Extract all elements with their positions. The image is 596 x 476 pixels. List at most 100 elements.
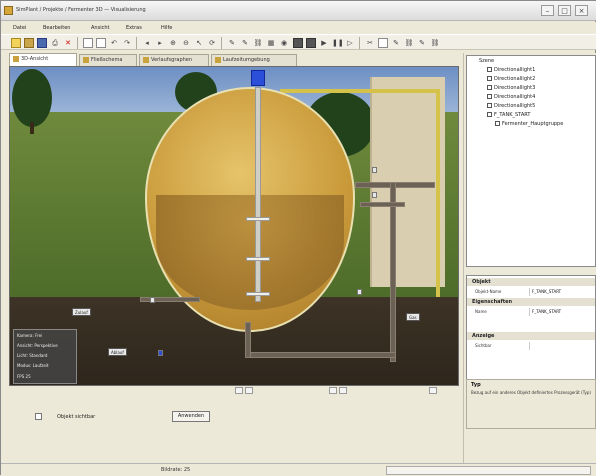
pump[interactable] <box>158 350 163 356</box>
tab-laufzeitumgebung[interactable]: Laufzeitumgebung <box>211 54 297 66</box>
scene-tree[interactable]: Szene Directionallight1 Directionallight… <box>466 55 596 267</box>
link-icon[interactable]: ⛓ <box>430 38 440 48</box>
menu-ansicht[interactable]: Ansicht <box>91 25 109 31</box>
status-bar: Bildrate: 25 <box>1 463 596 476</box>
step-icon[interactable]: ▷ <box>345 38 355 48</box>
tree-node-label: F_TANK_START <box>494 112 531 118</box>
zoom-out-icon[interactable]: ⊖ <box>181 38 191 48</box>
tree-node-label: Szene <box>479 58 495 64</box>
save-icon[interactable] <box>37 38 47 48</box>
property-row[interactable]: Sichtbar <box>467 342 595 350</box>
undo-icon[interactable]: ↶ <box>109 38 119 48</box>
tree-checkbox[interactable] <box>487 85 492 90</box>
property-row[interactable]: Name F_TANK_START <box>467 308 595 316</box>
minimize-button[interactable]: – <box>541 5 554 16</box>
menu-hilfe[interactable]: Hilfe <box>161 25 172 31</box>
maximize-button[interactable]: □ <box>558 5 571 16</box>
tree-node[interactable]: Directionallight5 <box>487 103 535 109</box>
toolbar: ⎙ ✕ ↶ ↷ ◂ ▸ ⊕ ⊖ ↖ ⟳ ✎ ✎ ⛓ ▦ ◉ ▶ ❚❚ ▷ ✂ ✎… <box>1 34 596 50</box>
pen-icon[interactable]: ✎ <box>227 38 237 48</box>
sensor[interactable] <box>372 167 377 173</box>
menu-extras[interactable]: Extras <box>126 25 142 31</box>
info-line: Kamera: Frei <box>17 333 43 338</box>
diagram-icon <box>83 56 89 63</box>
tree-checkbox[interactable] <box>495 121 500 126</box>
rotate-icon[interactable]: ⟳ <box>207 38 217 48</box>
nav-button[interactable] <box>339 387 347 394</box>
tab-verlaufsgraphen[interactable]: Verlaufsgraphen <box>139 54 209 66</box>
pause-icon[interactable]: ❚❚ <box>332 38 344 48</box>
tree-trunk <box>30 122 34 134</box>
tree-root[interactable]: Szene <box>479 58 494 64</box>
pointer-icon[interactable]: ↖ <box>194 38 204 48</box>
window-icon[interactable] <box>378 38 388 48</box>
property-value[interactable]: F_TANK_START <box>529 288 593 296</box>
tree-node[interactable]: Directionallight3 <box>487 85 535 91</box>
menu-bar: Datei Bearbeiten Ansicht Extras Hilfe <box>1 22 596 34</box>
tree-checkbox[interactable] <box>487 94 492 99</box>
tree-checkbox[interactable] <box>487 112 492 117</box>
nav-button[interactable] <box>329 387 337 394</box>
arrow-left-icon[interactable]: ◂ <box>142 38 152 48</box>
tree-node[interactable]: Directionallight1 <box>487 67 535 73</box>
property-value[interactable] <box>529 342 593 350</box>
property-key: Name <box>475 309 487 314</box>
property-section[interactable]: Objekt <box>467 278 595 286</box>
zoom-in-icon[interactable]: ⊕ <box>168 38 178 48</box>
tree-checkbox[interactable] <box>487 67 492 72</box>
link-icon[interactable]: ⛓ <box>253 38 263 48</box>
menu-bearbeiten[interactable]: Bearbeiten <box>43 25 70 31</box>
close-button[interactable]: × <box>575 5 588 16</box>
visible-checkbox-label: Objekt sichtbar <box>57 414 96 420</box>
sensor[interactable] <box>357 289 362 295</box>
property-section[interactable]: Eigenschaften <box>467 298 595 306</box>
tree-checkbox[interactable] <box>487 76 492 81</box>
tree-node[interactable]: Directionallight4 <box>487 94 535 100</box>
new-file-icon[interactable] <box>11 38 21 48</box>
info-line: Licht: Standard <box>17 353 48 358</box>
sensor[interactable] <box>372 192 377 198</box>
pen-icon[interactable]: ✎ <box>417 38 427 48</box>
visible-checkbox[interactable] <box>35 413 42 420</box>
tree-node-label: Fermenter_Hauptgruppe <box>502 121 564 127</box>
open-folder-icon[interactable] <box>24 38 34 48</box>
tree-checkbox[interactable] <box>487 103 492 108</box>
cut-icon[interactable]: ✂ <box>365 38 375 48</box>
nav-button[interactable] <box>235 387 243 394</box>
apply-button[interactable]: Anwenden <box>172 411 210 422</box>
grid-icon[interactable]: ▦ <box>266 38 276 48</box>
tab-fliessschema[interactable]: Fließschema <box>79 54 137 66</box>
pen-icon[interactable]: ✎ <box>240 38 250 48</box>
agitator-motor[interactable] <box>251 70 265 86</box>
pen-icon[interactable]: ✎ <box>391 38 401 48</box>
property-value[interactable]: F_TANK_START <box>529 308 593 316</box>
tree-node[interactable]: Fermenter_Hauptgruppe <box>495 121 563 127</box>
menu-datei[interactable]: Datei <box>13 25 26 31</box>
tree-node[interactable]: Directionallight2 <box>487 76 535 82</box>
nav-button[interactable] <box>245 387 253 394</box>
delete-icon[interactable]: ✕ <box>63 38 73 48</box>
arrow-right-icon[interactable]: ▸ <box>155 38 165 48</box>
toolbar-separator <box>136 37 137 49</box>
nav-button[interactable] <box>429 387 437 394</box>
tab-label: Laufzeitumgebung <box>223 57 270 63</box>
viewport-label: Gas <box>406 313 420 321</box>
agitator-blade <box>246 292 270 296</box>
paste-icon[interactable] <box>96 38 106 48</box>
right-panel: Szene Directionallight1 Directionallight… <box>463 53 596 476</box>
camera-icon[interactable]: ◉ <box>279 38 289 48</box>
tree-node[interactable]: F_TANK_START <box>487 112 530 118</box>
copy-icon[interactable] <box>83 38 93 48</box>
property-row[interactable]: Objekt-Name F_TANK_START <box>467 288 595 296</box>
property-section[interactable]: Anzeige <box>467 332 595 340</box>
play-icon[interactable]: ▶ <box>319 38 329 48</box>
redo-icon[interactable]: ↷ <box>122 38 132 48</box>
stop-icon[interactable] <box>306 38 316 48</box>
agitator-shaft[interactable] <box>255 87 261 302</box>
print-icon[interactable]: ⎙ <box>50 38 60 48</box>
link-icon[interactable]: ⛓ <box>404 38 414 48</box>
tab-3d-ansicht[interactable]: 3D-Ansicht <box>9 53 77 66</box>
record-icon[interactable] <box>293 38 303 48</box>
sensor[interactable] <box>150 297 155 303</box>
3d-viewport[interactable]: Zulauf Ablauf Gas Kamera: Frei Ansicht: … <box>9 66 459 386</box>
